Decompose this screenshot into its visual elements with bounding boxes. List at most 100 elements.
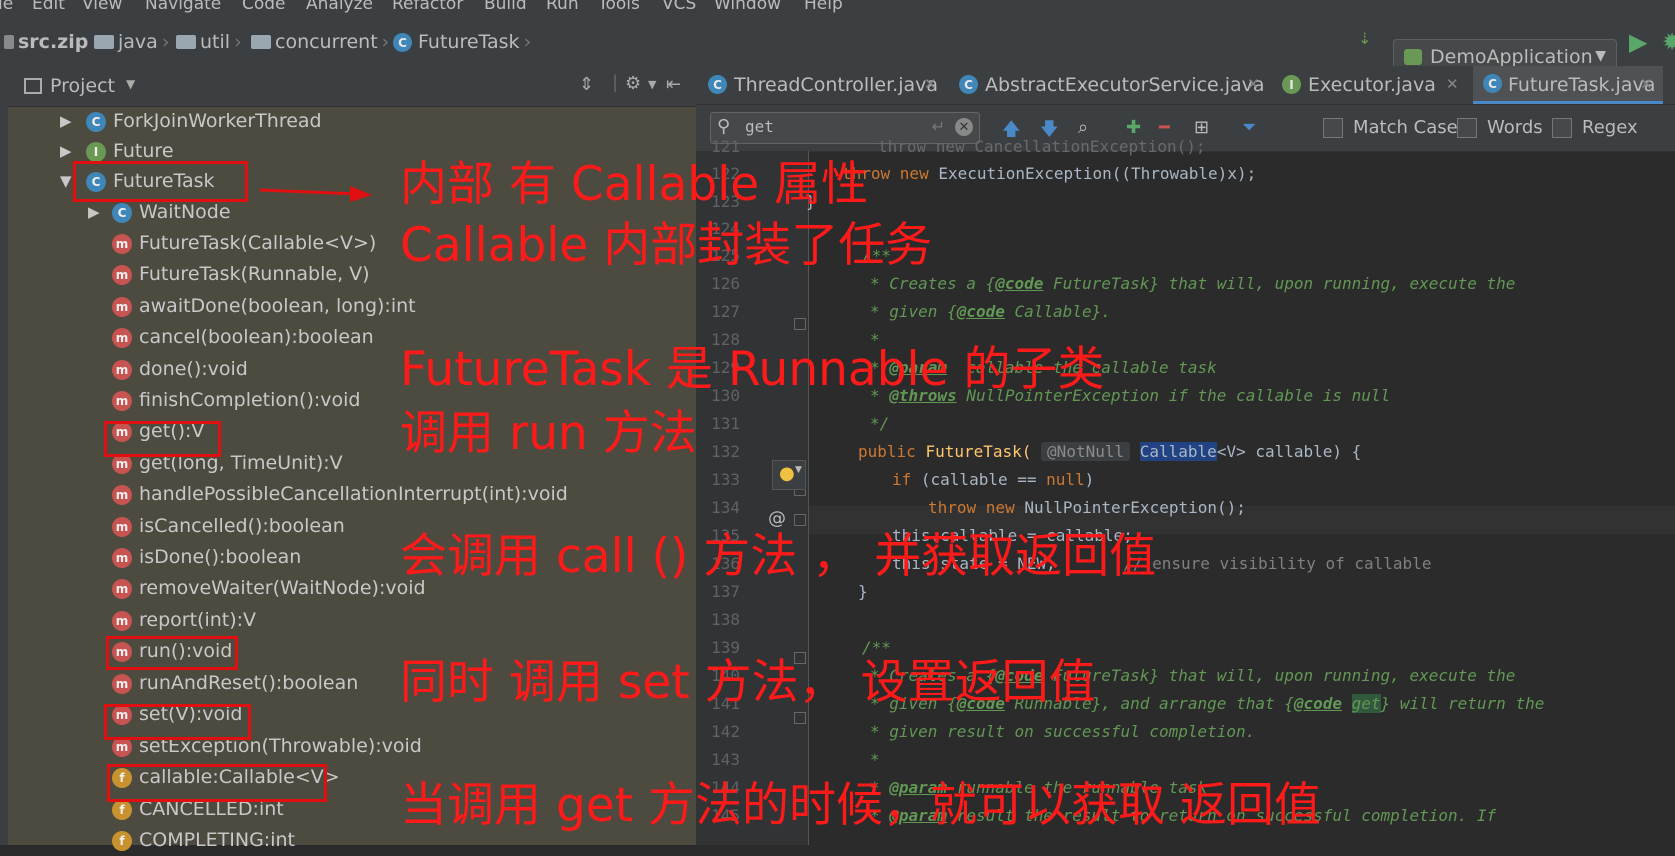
gear-icon[interactable]: ⚙: [625, 73, 641, 94]
fold-marker-icon[interactable]: [794, 318, 806, 330]
fold-marker-icon[interactable]: [794, 712, 806, 724]
breadcrumb-item[interactable]: util ›: [176, 31, 242, 53]
annotation-text: FutureTask 是 Runnable 的子类: [400, 342, 1105, 397]
tab-executor[interactable]: I Executor.java ✕: [1272, 66, 1472, 104]
interface-icon: I: [1282, 75, 1301, 94]
field-icon: f: [112, 831, 132, 851]
menu-window[interactable]: Window: [714, 0, 781, 14]
code-line[interactable]: throw new CancellationException();: [878, 137, 1206, 156]
menu-edit[interactable]: Edit: [32, 0, 65, 14]
select-all-occurrences-icon[interactable]: ⌕: [1078, 117, 1088, 138]
project-title[interactable]: Project: [50, 75, 115, 97]
filter-icon[interactable]: ⏷: [1242, 117, 1256, 138]
class-icon: C: [393, 33, 412, 52]
match-case-checkbox[interactable]: [1323, 118, 1343, 138]
annotation-text: 同时 调用 set 方法， 设置返回值: [400, 655, 1096, 710]
line-number: 121: [711, 137, 740, 156]
line-number: 143: [711, 750, 740, 769]
regex-checkbox[interactable]: [1552, 118, 1572, 138]
tree-item[interactable]: m handlePossibleCancellationInterrupt(in…: [8, 480, 696, 510]
select-all-icon[interactable]: ⊞: [1194, 117, 1209, 138]
menu-vcs[interactable]: VCS: [662, 0, 696, 14]
remove-selection-icon[interactable]: ━: [1159, 117, 1170, 138]
menu-file[interactable]: le: [0, 0, 13, 14]
breadcrumb-item[interactable]: java ›: [94, 31, 169, 53]
words-checkbox[interactable]: [1457, 118, 1477, 138]
annotation-text: 内部 有 Callable 属性: [400, 157, 869, 212]
code-line[interactable]: throw new ExecutionException((Throwable)…: [842, 164, 1256, 183]
tree-item[interactable]: m report(int):V: [8, 606, 696, 636]
tree-item[interactable]: m awaitDone(boolean, long):int: [8, 292, 696, 322]
annotation-text: Callable 内部封装了任务: [400, 218, 933, 273]
code-line[interactable]: }: [858, 582, 868, 601]
line-number: 142: [711, 722, 740, 741]
method-icon: m: [112, 391, 132, 411]
highlight-box: [104, 421, 221, 457]
run-icon[interactable]: ▶: [1629, 28, 1647, 56]
tree-item[interactable]: ▶ C ForkJoinWorkerThread: [8, 107, 696, 137]
archive-icon: [4, 35, 14, 49]
intention-bulb[interactable]: ● ▼: [772, 460, 806, 490]
code-line[interactable]: *: [870, 750, 880, 769]
menu-navigate[interactable]: Navigate: [145, 0, 221, 14]
parameter-hint: @NotNull: [1041, 442, 1131, 461]
menu-help[interactable]: Help: [804, 0, 843, 14]
chevron-down-icon[interactable]: ▼: [648, 78, 656, 91]
collapse-all-icon[interactable]: ⇕: [579, 74, 594, 95]
code-line[interactable]: throw new NullPointerException();: [928, 498, 1246, 517]
menu-run[interactable]: Run: [546, 0, 579, 14]
method-icon: m: [112, 328, 132, 348]
menu-refactor[interactable]: Refactor: [392, 0, 463, 14]
method-icon: m: [112, 297, 132, 317]
close-icon[interactable]: ✕: [1247, 75, 1260, 93]
clear-icon[interactable]: ✕: [955, 118, 973, 136]
code-line[interactable]: * Creates a {@code FutureTask} that will…: [870, 274, 1515, 293]
method-icon: m: [112, 485, 132, 505]
line-number: 137: [711, 582, 740, 601]
chevron-right-icon[interactable]: ▶: [88, 203, 100, 221]
package-icon: [94, 35, 114, 49]
method-icon: m: [112, 265, 132, 285]
build-icon[interactable]: ⇣: [1358, 29, 1371, 48]
class-icon: C: [1483, 74, 1502, 93]
interface-icon: I: [86, 142, 106, 162]
close-icon[interactable]: ✕: [1446, 75, 1459, 93]
chevron-down-icon[interactable]: ▼: [60, 172, 72, 190]
breadcrumb-item[interactable]: concurrent ›: [251, 31, 389, 53]
package-icon: [176, 35, 196, 49]
code-line[interactable]: * given {@code Callable}.: [870, 302, 1111, 321]
code-line[interactable]: if (callable == null): [892, 470, 1094, 489]
add-selection-icon[interactable]: ✚: [1126, 117, 1141, 138]
debug-icon[interactable]: ✹: [1662, 28, 1675, 56]
code-line[interactable]: */: [870, 414, 889, 433]
menu-build[interactable]: Build: [484, 0, 527, 14]
code-line[interactable]: * given result on successful completion.: [870, 722, 1255, 741]
breadcrumb-item[interactable]: src.zip›: [4, 31, 100, 53]
chevron-down-icon[interactable]: ▼: [126, 77, 135, 91]
menu-view[interactable]: View: [82, 0, 122, 14]
annotation-text: 调用 run 方法: [400, 406, 697, 461]
line-number: 126: [711, 274, 740, 293]
method-icon: m: [112, 548, 132, 568]
search-icon: ⚲: [717, 116, 731, 137]
chevron-right-icon[interactable]: ▶: [60, 142, 72, 160]
line-number: 127: [711, 302, 740, 321]
method-icon: m: [112, 737, 132, 757]
code-line[interactable]: public FutureTask( @NotNull Callable<V> …: [858, 442, 1361, 461]
menu-analyze[interactable]: Analyze: [306, 0, 373, 14]
fold-marker-icon[interactable]: [794, 514, 806, 526]
hide-panel-icon[interactable]: ⇤: [666, 74, 681, 95]
tab-futuretask[interactable]: C FutureTask.java ✕: [1473, 66, 1663, 104]
class-icon: C: [708, 75, 727, 94]
tab-threadcontroller[interactable]: C ThreadController.java ✕: [696, 66, 948, 104]
menu-tools[interactable]: Tools: [598, 0, 640, 14]
tab-abstractexecutorservice[interactable]: C AbstractExecutorService.java ✕: [949, 66, 1271, 104]
override-at-icon[interactable]: @: [768, 508, 786, 529]
chevron-right-icon[interactable]: ▶: [60, 112, 72, 130]
breadcrumb-item[interactable]: C FutureTask ›: [393, 31, 531, 53]
close-icon[interactable]: ✕: [924, 75, 937, 93]
menu-code[interactable]: Code: [242, 0, 286, 14]
close-icon[interactable]: ✕: [1640, 75, 1653, 93]
class-icon: C: [86, 112, 106, 132]
method-icon: m: [112, 517, 132, 537]
